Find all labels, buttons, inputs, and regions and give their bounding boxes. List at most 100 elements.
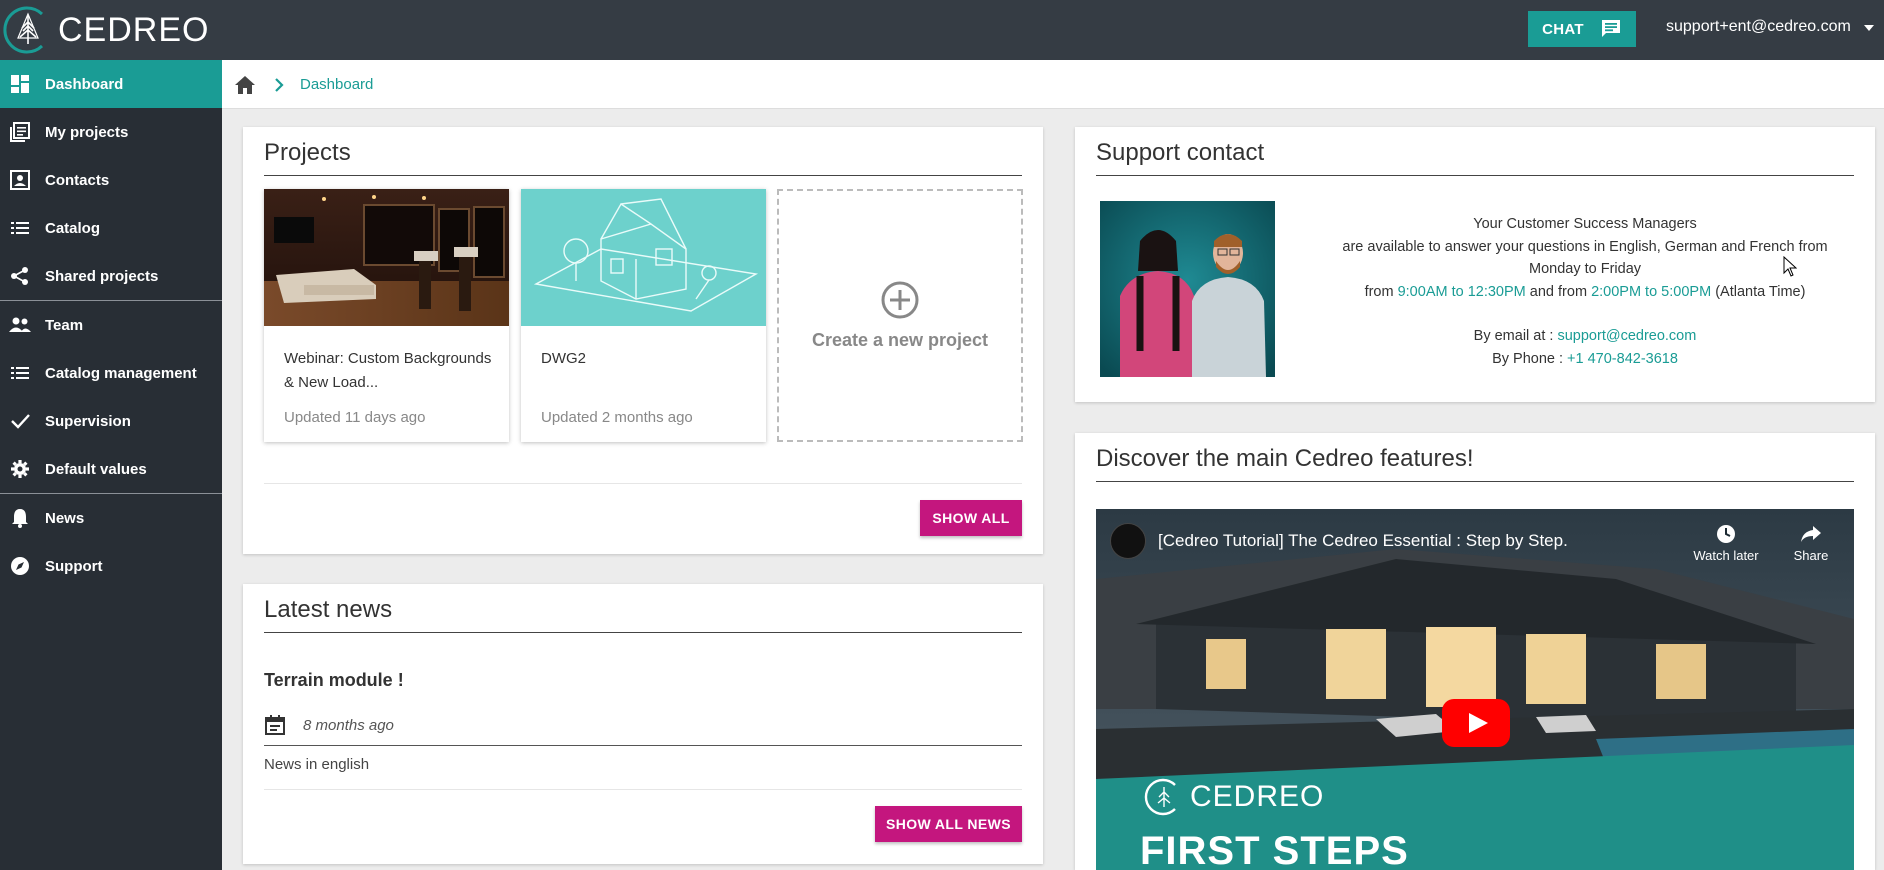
breadcrumb: Dashboard xyxy=(222,60,1884,109)
play-icon[interactable] xyxy=(1442,699,1510,747)
bell-icon xyxy=(9,507,31,529)
sidebar-item-catalog[interactable]: Catalog xyxy=(0,204,222,252)
project-name: DWG2 xyxy=(541,350,586,367)
cedreo-logo-icon xyxy=(3,6,44,54)
sidebar-item-team[interactable]: Team xyxy=(0,301,222,349)
support-email-row: By email at : support@cedreo.com xyxy=(1315,325,1855,348)
video-brand: CEDREO xyxy=(1144,777,1324,817)
video-brand-text: CEDREO xyxy=(1190,780,1325,813)
watch-later-label: Watch later xyxy=(1693,548,1759,563)
support-email-link[interactable]: support@cedreo.com xyxy=(1557,328,1696,344)
user-email[interactable]: support+ent@cedreo.com xyxy=(1666,18,1851,36)
support-title: Support contact xyxy=(1096,139,1265,166)
project-thumbnail xyxy=(264,189,509,326)
list-icon xyxy=(9,217,31,239)
hours-from-label: from xyxy=(1364,283,1394,300)
show-all-news-button[interactable]: SHOW ALL NEWS xyxy=(875,806,1022,842)
sidebar-item-catalog-management[interactable]: Catalog management xyxy=(0,349,222,397)
create-project-tile[interactable]: Create a new project xyxy=(777,189,1023,442)
projects-title: Projects xyxy=(264,139,351,166)
email-label: By email at : xyxy=(1473,328,1554,344)
project-tile-webinar[interactable]: Webinar: Custom Backgrounds & New Load..… xyxy=(264,189,509,442)
video-player[interactable]: [Cedreo Tutorial] The Cedreo Essential :… xyxy=(1096,509,1854,870)
calendar-icon xyxy=(265,715,285,735)
sidebar-item-label: Support xyxy=(45,557,103,575)
sidebar: Dashboard My projects Contacts Catalog S… xyxy=(0,60,222,870)
channel-avatar[interactable] xyxy=(1110,523,1146,559)
button-label: SHOW ALL xyxy=(932,510,1010,526)
sidebar-item-dashboard[interactable]: Dashboard xyxy=(0,60,222,108)
sidebar-item-label: Catalog management xyxy=(45,364,197,382)
chat-label: CHAT xyxy=(1542,20,1584,38)
sidebar-item-label: News xyxy=(45,509,85,527)
chat-button[interactable]: CHAT xyxy=(1528,11,1636,47)
share-icon xyxy=(9,265,31,287)
home-icon[interactable] xyxy=(234,74,256,96)
list-icon xyxy=(9,362,31,384)
mouse-cursor-icon xyxy=(1783,256,1797,277)
sidebar-item-label: Team xyxy=(45,316,84,334)
dashboard-icon xyxy=(9,73,31,95)
clock-icon xyxy=(1717,525,1735,543)
features-card: Discover the main Cedreo features! [Cedr… xyxy=(1075,433,1875,870)
project-tile-dwg2[interactable]: DWG2 Updated 2 months ago xyxy=(521,189,766,442)
sidebar-item-label: Supervision xyxy=(45,412,131,430)
share-button[interactable]: Share xyxy=(1776,523,1846,563)
sidebar-item-supervision[interactable]: Supervision xyxy=(0,397,222,445)
sidebar-item-label: Contacts xyxy=(45,171,110,189)
support-team-photo xyxy=(1100,201,1275,377)
news-item-title[interactable]: Terrain module ! xyxy=(264,670,404,691)
sidebar-item-label: Default values xyxy=(45,460,147,478)
share-label: Share xyxy=(1793,548,1829,563)
button-label: SHOW ALL NEWS xyxy=(886,816,1011,832)
cedreo-logo[interactable]: CEDREO xyxy=(2,2,209,58)
watch-later-button[interactable]: Watch later xyxy=(1686,523,1766,563)
sidebar-item-support[interactable]: Support xyxy=(0,542,222,590)
news-title-rule xyxy=(264,632,1022,633)
team-icon xyxy=(9,314,31,336)
sidebar-item-label: Catalog xyxy=(45,219,101,237)
compass-icon xyxy=(9,555,31,577)
chat-icon xyxy=(1601,20,1620,37)
projects-icon xyxy=(9,121,31,143)
contacts-icon xyxy=(9,169,31,191)
show-all-projects-button[interactable]: SHOW ALL xyxy=(920,500,1022,536)
create-project-label: Create a new project xyxy=(811,330,989,350)
news-item-body: News in english xyxy=(264,756,370,773)
sidebar-item-label: My projects xyxy=(45,123,129,141)
chevron-right-icon xyxy=(275,78,284,92)
sidebar-item-default-values[interactable]: Default values xyxy=(0,445,222,493)
project-thumbnail xyxy=(521,189,766,326)
breadcrumb-current[interactable]: Dashboard xyxy=(300,76,373,93)
support-line-1: Your Customer Success Managers xyxy=(1473,216,1697,232)
hours-and-from-label: and from xyxy=(1529,283,1588,300)
hours-morning: 9:00AM to 12:30PM xyxy=(1397,283,1526,300)
support-line-2: are available to answer your questions i… xyxy=(1342,238,1828,278)
sidebar-item-news[interactable]: News xyxy=(0,494,222,542)
news-item-date: 8 months ago xyxy=(303,717,394,734)
video-title[interactable]: [Cedreo Tutorial] The Cedreo Essential :… xyxy=(1158,531,1568,551)
phone-label: By Phone : xyxy=(1492,350,1564,367)
cedreo-logo-icon xyxy=(1144,778,1176,816)
features-title-rule xyxy=(1096,481,1854,482)
chevron-down-icon[interactable] xyxy=(1862,21,1876,35)
support-phone-row: By Phone : +1 470-842-3618 xyxy=(1315,348,1855,371)
share-arrow-icon xyxy=(1801,526,1821,542)
news-title: Latest news xyxy=(264,596,393,623)
sidebar-item-shared-projects[interactable]: Shared projects xyxy=(0,252,222,300)
sidebar-item-label: Dashboard xyxy=(45,75,124,93)
plus-circle-icon xyxy=(881,281,919,319)
support-phone-link[interactable]: +1 470-842-3618 xyxy=(1567,351,1678,367)
video-subtitle: FIRST STEPS xyxy=(1140,829,1409,870)
latest-news-card: Latest news Terrain module ! 8 months ag… xyxy=(243,584,1043,864)
sidebar-item-my-projects[interactable]: My projects xyxy=(0,108,222,156)
support-text: Your Customer Success Managers are avail… xyxy=(1315,213,1855,370)
support-hours: from 9:00AM to 12:30PM and from 2:00PM t… xyxy=(1315,281,1855,304)
sidebar-item-contacts[interactable]: Contacts xyxy=(0,156,222,204)
hours-timezone: (Atlanta Time) xyxy=(1715,283,1806,300)
support-spacer xyxy=(1315,303,1855,325)
support-contact-card: Support contact Your Customer Success Ma… xyxy=(1075,127,1875,402)
logo-text: CEDREO xyxy=(58,10,210,49)
top-bar: CEDREO CHAT support+ent@cedreo.com xyxy=(0,0,1884,60)
support-title-rule xyxy=(1096,175,1854,176)
